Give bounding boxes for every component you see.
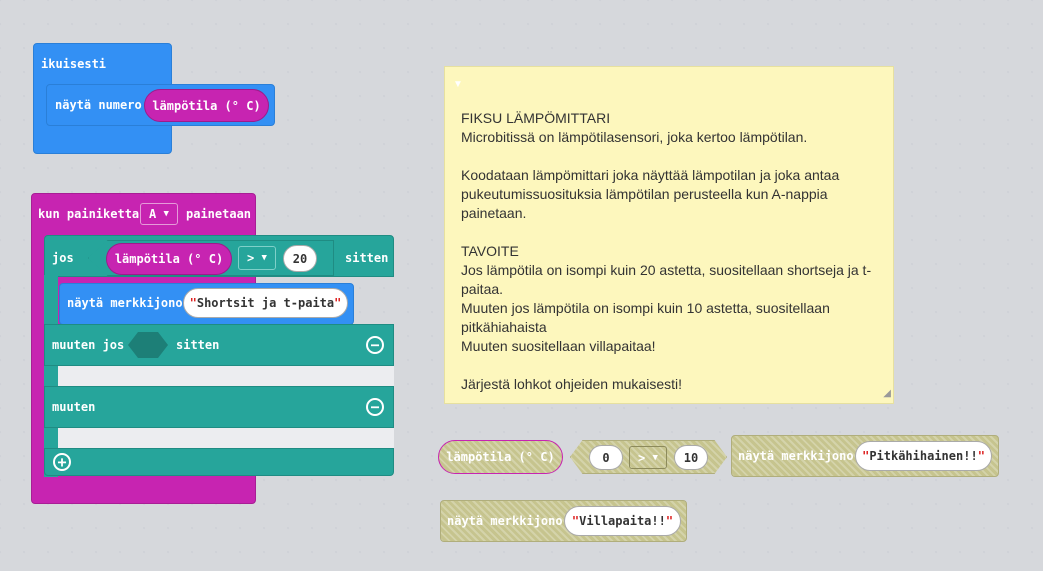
button-dropdown[interactable]: A ▼ <box>140 203 178 225</box>
string-input[interactable]: " Shortsit ja t-paita " <box>183 288 348 318</box>
else-label: muuten <box>52 400 96 414</box>
temperature-reporter[interactable]: lämpötila (° C) <box>106 243 232 275</box>
comment-line: Muuten jos lämpötila on isompi kuin 10 a… <box>461 300 830 316</box>
comment-text: FIKSU LÄMPÖMITTARI Microbitissä on lämpöt… <box>461 109 877 394</box>
add-branch-icon[interactable]: + <box>53 453 71 471</box>
string-value: Pitkähihainen!! <box>869 449 978 463</box>
collapse-icon[interactable]: ▼ <box>453 75 463 94</box>
comment-line: Koodataan lämpömittari joka näyttää lämp… <box>461 167 840 183</box>
comment-line: pitkähiahaista <box>461 319 547 335</box>
comment-line <box>461 223 877 242</box>
comment-line: Muuten suositellaan villapaitaa! <box>461 338 656 354</box>
compare-operator-dropdown[interactable]: > ▼ <box>629 446 667 469</box>
show-string-label: näytä merkkijono <box>738 449 854 463</box>
show-string-label: näytä merkkijono <box>447 514 563 528</box>
comment-line <box>461 147 877 166</box>
operator-value: > <box>638 450 646 465</box>
button-event-suffix: painetaan <box>186 207 252 221</box>
comment-line: FIKSU LÄMPÖMITTARI <box>461 110 611 126</box>
comment-line: Jos lämpötila on isompi kuin 20 astetta,… <box>461 262 872 278</box>
compare-right-input[interactable]: 10 <box>674 445 708 470</box>
compare-left-input[interactable]: 0 <box>589 445 623 470</box>
empty-statement-slot <box>58 428 394 448</box>
button-value: A <box>149 207 157 221</box>
operator-dropdown[interactable]: > ▼ <box>238 246 276 270</box>
chevron-down-icon: ▼ <box>652 452 658 463</box>
chevron-down-icon: ▼ <box>261 253 267 263</box>
chevron-down-icon: ▼ <box>163 209 169 219</box>
comment-line: Microbitissä on lämpötilasensori, joka k… <box>461 129 808 145</box>
string-value: Shortsit ja t-paita <box>196 296 335 310</box>
if-label: jos <box>52 251 74 265</box>
if-block-spine <box>44 275 58 477</box>
temperature-reporter[interactable]: lämpötila (° C) <box>144 89 269 122</box>
comment-line: TAVOITE <box>461 243 519 259</box>
else-if-then-label: sitten <box>176 338 220 352</box>
string-input[interactable]: " Villapaita!! " <box>564 506 681 536</box>
then-label: sitten <box>345 251 389 265</box>
show-string-label: näytä merkkijono <box>67 296 183 310</box>
resize-handle[interactable]: ◢ <box>883 384 891 403</box>
else-if-label: muuten jos <box>52 338 125 352</box>
show-number-label: näytä numero <box>55 98 142 112</box>
comment-line: pukeutumissuosituksia lämpötilan peruste… <box>461 186 828 202</box>
string-value: Villapaita!! <box>579 514 666 528</box>
button-event-prefix: kun painiketta <box>38 207 140 221</box>
forever-label: ikuisesti <box>41 57 107 71</box>
else-row <box>44 386 394 428</box>
operator-value: > <box>247 251 255 265</box>
empty-statement-slot <box>58 366 394 386</box>
comment-line: Järjestä lohkot ohjeiden mukaisesti! <box>461 376 683 392</box>
comment-line: paitaa. <box>461 281 504 297</box>
remove-else-icon[interactable]: − <box>366 398 384 416</box>
comment-line <box>461 356 877 375</box>
remove-else-if-icon[interactable]: − <box>366 336 384 354</box>
number-input[interactable]: 20 <box>283 245 317 272</box>
string-input[interactable]: " Pitkähihainen!! " <box>855 441 992 471</box>
comment-note[interactable]: ▼ FIKSU LÄMPÖMITTARI Microbitissä on lämp… <box>444 66 894 404</box>
comment-line: painetaan. <box>461 205 527 221</box>
temperature-reporter-loose[interactable]: lämpötila (° C) <box>438 440 563 474</box>
if-block-footer <box>44 448 394 476</box>
